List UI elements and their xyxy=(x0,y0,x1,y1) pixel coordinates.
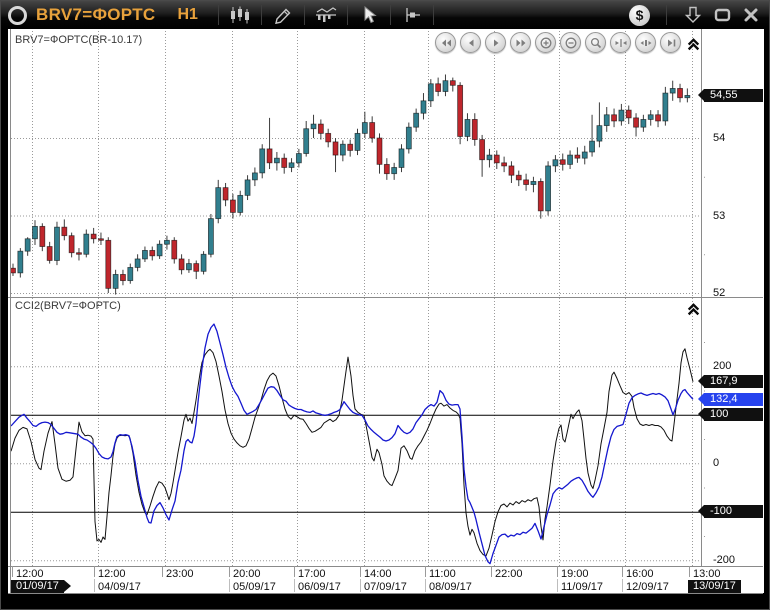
to-end-icon xyxy=(664,36,678,50)
nav-fast-back-button[interactable] xyxy=(435,32,456,53)
cci-axis-label: 0 xyxy=(713,457,719,469)
time-axis-time-label: 12:00 xyxy=(98,568,126,580)
forward-icon xyxy=(489,36,503,50)
time-axis-date-label: 12/09/17 xyxy=(626,581,669,593)
time-axis-tick xyxy=(229,566,230,577)
time-axis-date-label: 05/09/17 xyxy=(233,581,276,593)
time-axis-date-label: 06/09/17 xyxy=(298,581,341,593)
time-axis-time-label: 11:00 xyxy=(429,568,456,580)
nav-to-end-button[interactable] xyxy=(660,32,681,53)
nav-fast-forward-button[interactable] xyxy=(510,32,531,53)
zoom-out-icon xyxy=(564,36,578,50)
price-axis-label: 52 xyxy=(713,287,725,299)
cci-axis-label: 200 xyxy=(713,360,731,372)
time-axis-time-label: 14:00 xyxy=(364,568,392,580)
zoom-tool-icon xyxy=(589,36,603,50)
time-axis-time-label: 17:00 xyxy=(298,568,326,580)
price-axis-label: 53 xyxy=(713,210,725,222)
nav-zoom-in-button[interactable] xyxy=(535,32,556,53)
cci-level-badge: 100 xyxy=(704,408,763,421)
time-axis-date-label: 04/09/17 xyxy=(98,581,141,593)
date-axis-tick xyxy=(294,579,295,592)
date-axis-tick xyxy=(425,579,426,592)
time-axis-date-label: 08/09/17 xyxy=(429,581,472,593)
zoom-in-icon xyxy=(539,36,553,50)
time-axis-tick xyxy=(12,566,13,577)
cci-axis-label: -200 xyxy=(713,554,735,566)
date-axis-tick xyxy=(360,579,361,592)
fast-forward-icon xyxy=(514,36,528,50)
time-axis-time-label: 19:00 xyxy=(561,568,589,580)
nav-forward-button[interactable] xyxy=(485,32,506,53)
time-axis-time-label: 13:00 xyxy=(693,568,721,580)
chart-window: BRV7=ФОРТС H1 xyxy=(0,0,770,610)
last-price-badge: 54,55 xyxy=(704,89,763,102)
date-axis-tick xyxy=(94,579,95,592)
date-axis-tick xyxy=(622,579,623,592)
date-badge: 13/09/17 xyxy=(688,580,741,593)
time-axis-tick xyxy=(294,566,295,577)
collapse-cci-pane-chevron-double-up-icon[interactable] xyxy=(686,301,701,316)
nav-zoom-out-button[interactable] xyxy=(560,32,581,53)
time-axis-date-label: 11/09/17 xyxy=(561,581,603,593)
time-axis-tick xyxy=(360,566,361,577)
time-axis-time-label: 20:00 xyxy=(233,568,261,580)
fast-back-icon xyxy=(439,36,453,50)
nav-bar-width-button[interactable] xyxy=(635,32,656,53)
time-axis-date-label: 07/09/17 xyxy=(364,581,407,593)
time-axis-time-label: 12:00 xyxy=(16,568,44,580)
date-axis-tick xyxy=(557,579,558,592)
bar-width-icon xyxy=(639,36,653,50)
time-axis-tick xyxy=(94,566,95,577)
time-axis-tick xyxy=(689,566,690,577)
time-axis-time-label: 23:00 xyxy=(166,568,194,580)
time-axis-tick xyxy=(557,566,558,577)
chart-nav-toolbar xyxy=(435,32,681,53)
nav-back-button[interactable] xyxy=(460,32,481,53)
cci-value-badge-black: 167,9 xyxy=(704,375,763,388)
time-axis-time-label: 16:00 xyxy=(626,568,654,580)
price-pane-label: BRV7=ФОРТС(BR-10.17) xyxy=(15,34,142,46)
time-axis-tick xyxy=(425,566,426,577)
cci-level-badge: -100 xyxy=(704,505,763,518)
time-axis-tick xyxy=(162,566,163,577)
cci-pane-label: CCI2(BRV7=ФОРТС) xyxy=(15,300,121,312)
collapse-price-pane-chevron-double-up-icon[interactable] xyxy=(686,36,701,51)
time-axis-tick xyxy=(491,566,492,577)
back-icon xyxy=(464,36,478,50)
nav-compress-button[interactable] xyxy=(610,32,631,53)
cci-value-badge-blue: 132,4 xyxy=(704,393,763,406)
nav-zoom-tool-button[interactable] xyxy=(585,32,606,53)
date-badge: 01/09/17 xyxy=(11,580,64,593)
price-axis-label: 54 xyxy=(713,132,725,144)
time-axis-tick xyxy=(622,566,623,577)
time-axis-time-label: 22:00 xyxy=(495,568,523,580)
date-axis-tick xyxy=(229,579,230,592)
compress-icon xyxy=(614,36,628,50)
